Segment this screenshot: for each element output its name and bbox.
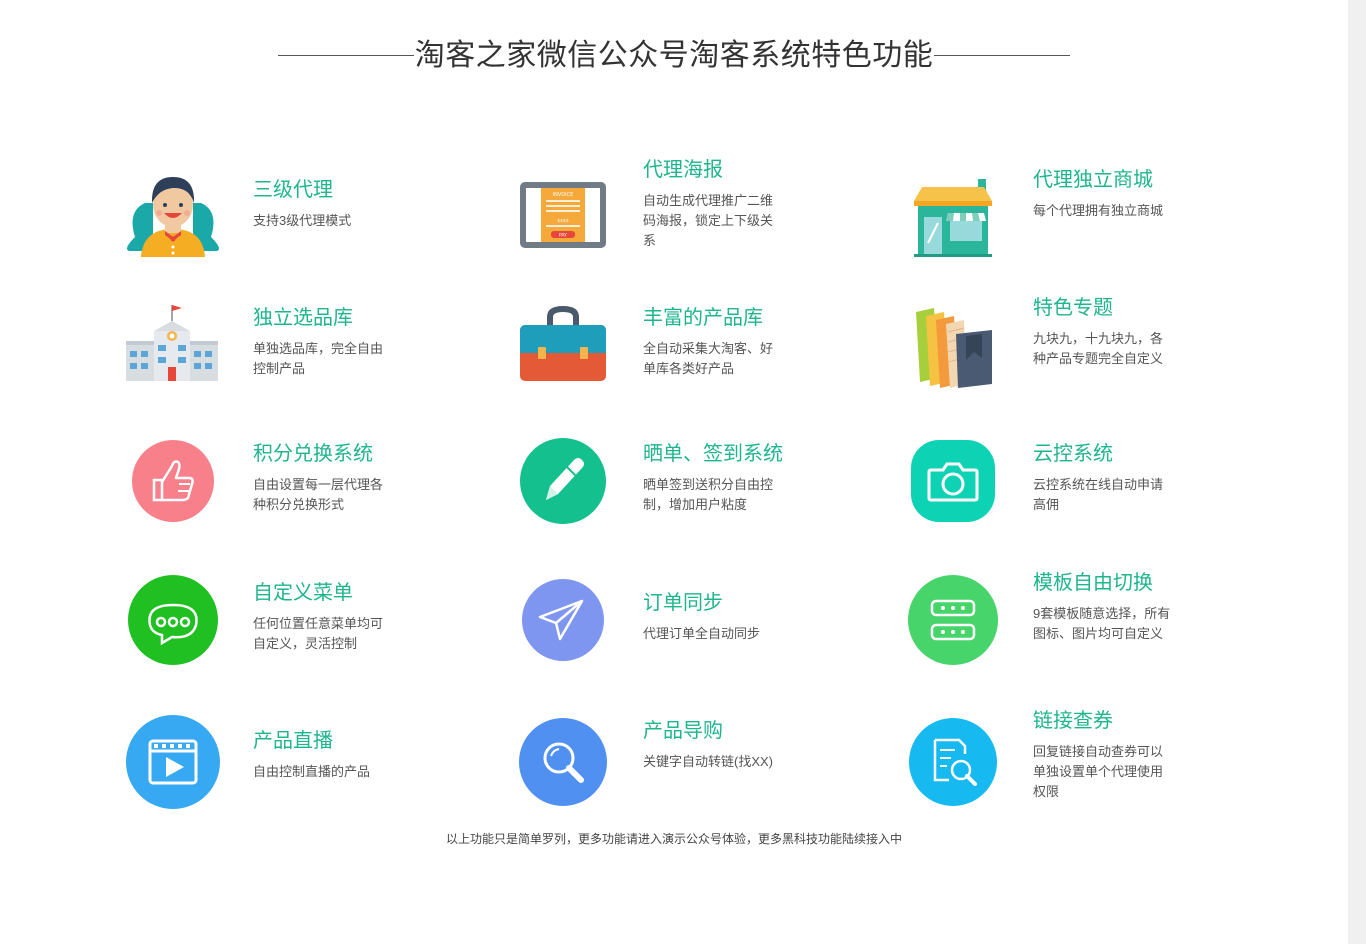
poster-invoice-icon: INVOICE $$$$ PAY — [513, 165, 613, 265]
storefront-icon — [903, 165, 1003, 265]
feature-title: 订单同步 — [643, 592, 723, 614]
feature-desc: 代理订单全自动同步 — [643, 626, 761, 641]
feature-desc: 任何位置任意菜单均可自定义，灵活控制 — [253, 616, 384, 651]
feature-desc: 9套模板随意选择，所有图标、图片均可自定义 — [1033, 606, 1171, 641]
feature-desc: 单独选品库，完全自由控制产品 — [253, 341, 384, 376]
feature-title: 三级代理 — [253, 179, 333, 201]
feature-desc: 每个代理拥有独立商城 — [1033, 203, 1164, 218]
feature-title: 丰富的产品库 — [643, 307, 763, 329]
books-icon — [903, 293, 1003, 393]
feature-title: 代理独立商城 — [1033, 169, 1153, 191]
feature-agent-mall: 代理独立商城 每个代理拥有独立商城 — [903, 165, 1243, 275]
camera-icon — [903, 431, 1003, 531]
feature-desc: 回复链接自动查券可以单独设置单个代理使用权限 — [1033, 744, 1164, 799]
building-icon — [123, 293, 223, 393]
feature-desc: 自动生成代理推广二维码海报，锁定上下级关系 — [643, 193, 774, 248]
agent-person-icon — [123, 165, 223, 265]
feature-title: 独立选品库 — [253, 307, 353, 329]
feature-title: 自定义菜单 — [253, 582, 353, 604]
poster-amount-label: $$$$ — [557, 218, 569, 224]
feature-template-switch: 模板自由切换 9套模板随意选择，所有图标、图片均可自定义 — [903, 570, 1243, 680]
feature-agent-poster: INVOICE $$$$ PAY 代理海报 自动生成代理推广二维码海报，锁定上下… — [513, 159, 853, 275]
feature-desc: 自由控制直播的产品 — [253, 764, 371, 779]
poster-invoice-label: INVOICE — [553, 192, 574, 198]
feature-product-guide: 产品导购 关键字自动转链(找XX) — [513, 712, 853, 822]
feature-checkin-system: 晒单、签到系统 晒单签到送积分自由控制，增加用户粘度 — [513, 431, 853, 541]
paper-plane-icon — [513, 570, 613, 670]
feature-desc: 支持3级代理模式 — [253, 213, 352, 228]
briefcase-icon — [513, 293, 613, 393]
feature-order-sync: 订单同步 代理订单全自动同步 — [513, 570, 853, 680]
thumbs-up-icon — [123, 431, 223, 531]
template-switch-icon — [903, 570, 1003, 670]
poster-pay-label: PAY — [559, 233, 567, 239]
page-title: 淘客之家微信公众号淘客系统特色功能 — [414, 39, 934, 72]
video-play-icon — [123, 712, 223, 812]
feature-desc: 关键字自动转链(找XX) — [643, 754, 774, 769]
page-scrollbar[interactable] — [1348, 0, 1366, 944]
feature-title: 特色专题 — [1033, 297, 1113, 319]
feature-desc: 云控系统在线自动申请高佣 — [1033, 477, 1164, 512]
feature-title: 产品导购 — [643, 720, 723, 742]
feature-title: 积分兑换系统 — [253, 443, 373, 465]
feature-title: 链接查券 — [1033, 710, 1113, 732]
feature-points-exchange: 积分兑换系统 自由设置每一层代理各种积分兑换形式 — [123, 431, 463, 541]
document-search-icon — [903, 712, 1003, 812]
feature-custom-menu: 自定义菜单 任何位置任意菜单均可自定义，灵活控制 — [123, 570, 463, 680]
feature-link-coupon: 链接查券 回复链接自动查券可以单独设置单个代理使用权限 — [903, 710, 1243, 822]
feature-desc: 全自动采集大淘客、好单库各类好产品 — [643, 341, 774, 376]
feature-desc: 自由设置每一层代理各种积分兑换形式 — [253, 477, 384, 512]
feature-product-library: 独立选品库 单独选品库，完全自由控制产品 — [123, 293, 463, 403]
feature-cloud-control: 云控系统 云控系统在线自动申请高佣 — [903, 431, 1243, 541]
feature-special-topics: 特色专题 九块九，十九块九，各种产品专题完全自定义 — [903, 293, 1243, 403]
feature-title: 云控系统 — [1033, 443, 1113, 465]
feature-desc: 九块九，十九块九，各种产品专题完全自定义 — [1033, 331, 1164, 366]
section-header: 淘客之家微信公众号淘客系统特色功能 — [278, 34, 1070, 78]
feature-rich-products: 丰富的产品库 全自动采集大淘客、好单库各类好产品 — [513, 293, 853, 403]
feature-title: 晒单、签到系统 — [643, 443, 783, 465]
feature-desc: 晒单签到送积分自由控制，增加用户粘度 — [643, 477, 774, 512]
footer-note: 以上功能只是简单罗列，更多功能请进入演示公众号体验，更多黑科技功能陆续接入中 — [445, 832, 902, 846]
feature-title: 模板自由切换 — [1033, 572, 1153, 594]
chat-bubble-icon — [123, 570, 223, 670]
pen-icon — [513, 431, 613, 531]
search-icon — [513, 712, 613, 812]
feature-title: 代理海报 — [643, 159, 723, 181]
feature-product-live: 产品直播 自由控制直播的产品 — [123, 712, 463, 822]
feature-three-level-agent: 三级代理 支持3级代理模式 — [123, 165, 463, 275]
feature-title: 产品直播 — [253, 730, 333, 752]
